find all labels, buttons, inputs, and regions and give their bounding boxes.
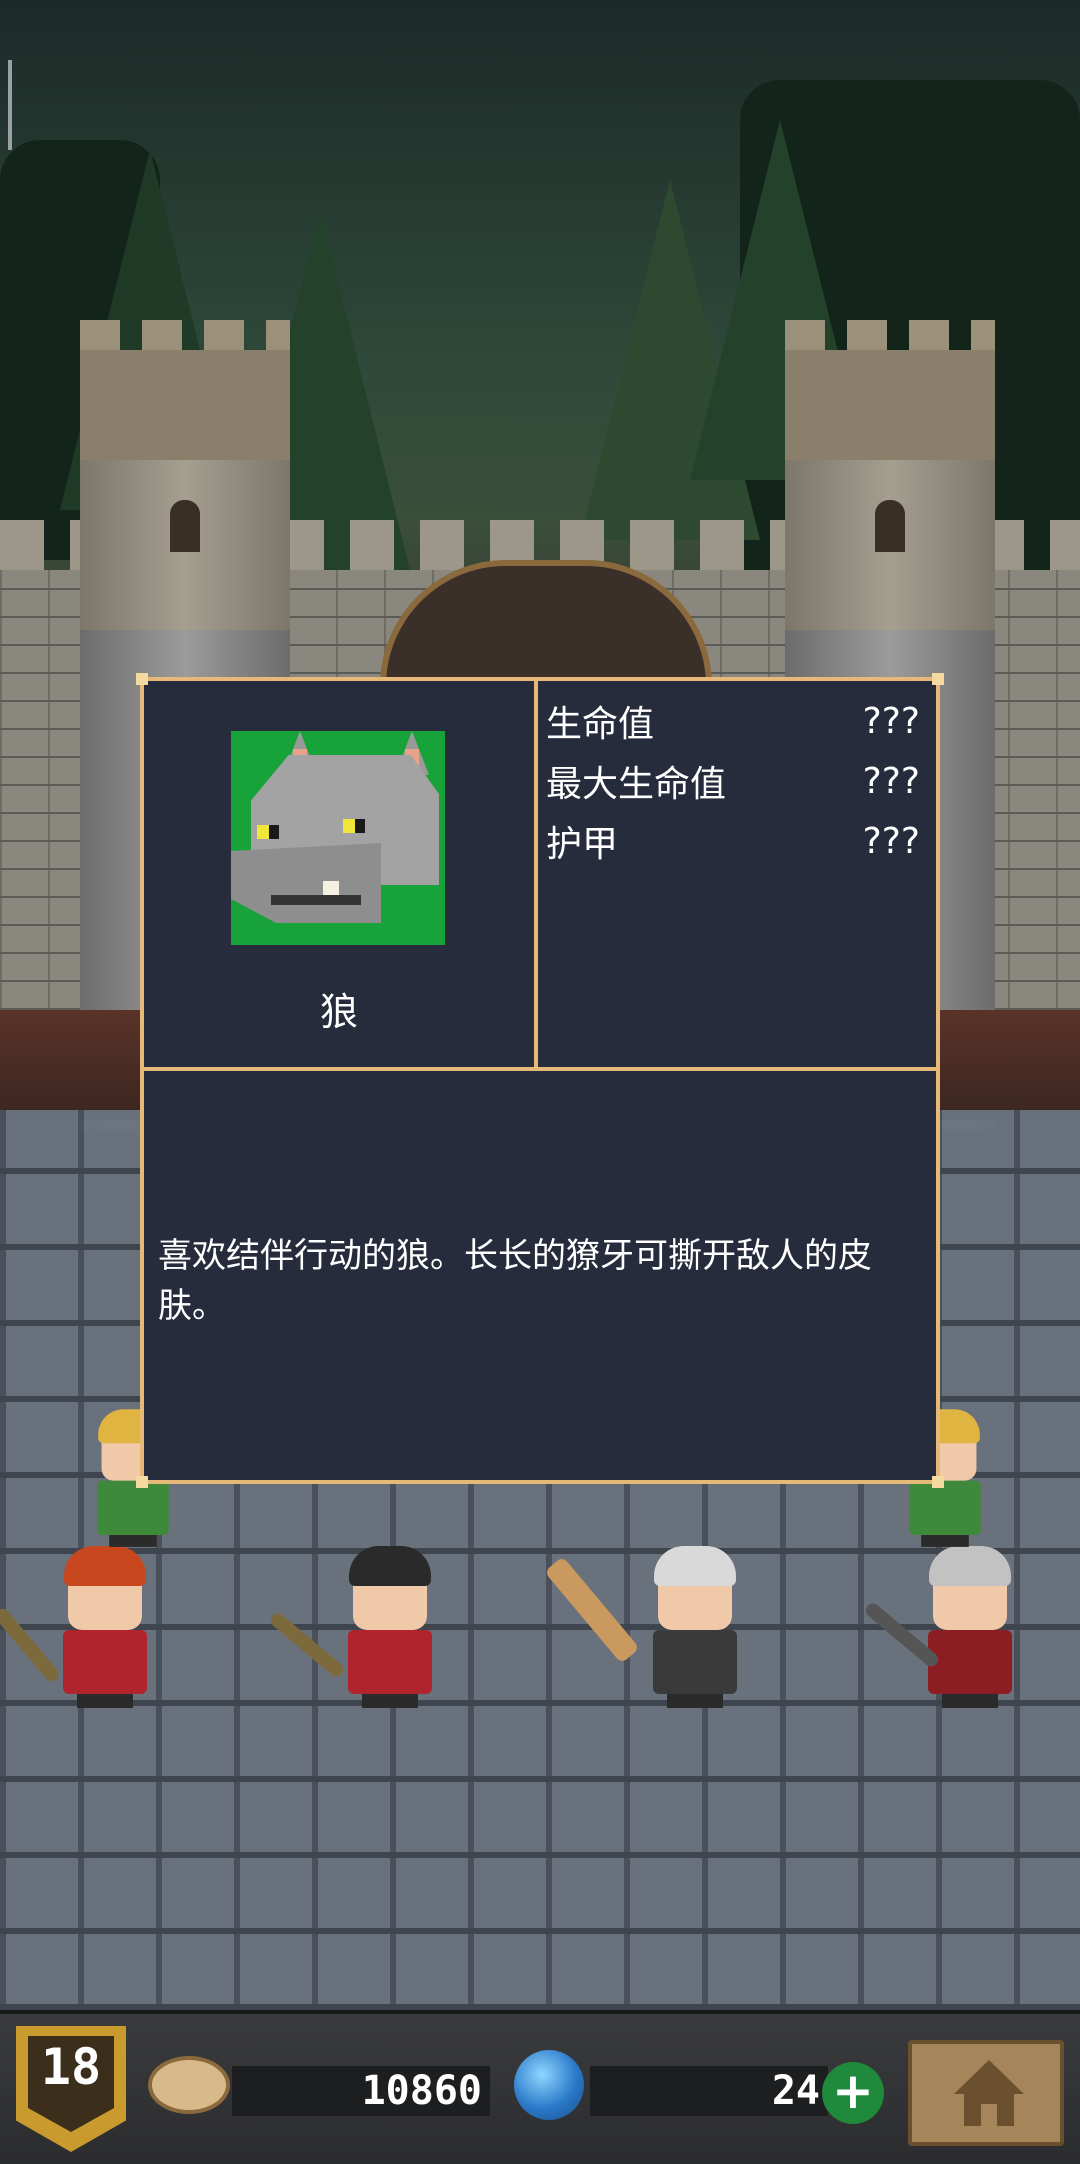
home-icon bbox=[954, 2060, 1024, 2126]
stat-label: 最大生命值 bbox=[546, 764, 727, 805]
gem-counter: 24 bbox=[590, 2066, 828, 2116]
panel-divider-vertical bbox=[534, 681, 538, 1071]
enemy-info-panel: 狼 生命值 ??? 最大生命值 ??? 护甲 ??? 喜欢结伴行动的狼。长长的獠… bbox=[136, 673, 944, 1488]
stat-value: ??? bbox=[862, 820, 920, 862]
gem-value: 24 bbox=[771, 2068, 820, 2114]
gem-icon bbox=[514, 2050, 584, 2120]
panel-divider-horizontal bbox=[144, 1067, 936, 1071]
stat-row-armor: 护甲 ??? bbox=[546, 811, 926, 871]
stat-row-max-hp: 最大生命值 ??? bbox=[546, 751, 926, 811]
level-number: 18 bbox=[40, 2038, 102, 2096]
bottom-bar: 18 10860 24 + bbox=[0, 2010, 1080, 2164]
hero-character[interactable] bbox=[60, 1546, 150, 1708]
stat-row-hp: 生命值 ??? bbox=[546, 691, 926, 751]
stat-label: 护甲 bbox=[546, 824, 619, 865]
hero-character[interactable] bbox=[650, 1546, 740, 1708]
enemy-name: 狼 bbox=[319, 990, 358, 1034]
wolf-portrait-icon bbox=[231, 731, 445, 945]
enemy-stats: 生命值 ??? 最大生命值 ??? 护甲 ??? bbox=[546, 691, 926, 871]
stat-value: ??? bbox=[862, 760, 920, 802]
coin-icon bbox=[148, 2056, 230, 2114]
coin-value: 10860 bbox=[361, 2068, 482, 2114]
home-button[interactable] bbox=[908, 2040, 1064, 2146]
hero-character[interactable] bbox=[345, 1546, 435, 1708]
enemy-description: 喜欢结伴行动的狼。长长的獠牙可撕开敌人的皮肤。 bbox=[158, 1236, 872, 1326]
add-gems-button[interactable]: + bbox=[822, 2062, 884, 2124]
coin-counter: 10860 bbox=[232, 2066, 490, 2116]
stat-label: 生命值 bbox=[546, 704, 655, 745]
stat-value: ??? bbox=[862, 700, 920, 742]
hero-character[interactable] bbox=[925, 1546, 1015, 1708]
scroll-indicator bbox=[8, 60, 12, 150]
